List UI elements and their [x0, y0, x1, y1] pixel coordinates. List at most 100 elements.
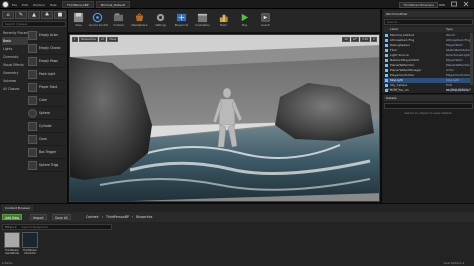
close-icon[interactable]	[462, 1, 470, 7]
category-lights[interactable]: Lights	[2, 45, 28, 53]
import-button[interactable]: Import	[30, 214, 47, 220]
actor-count: 12 actors	[386, 87, 400, 91]
viewport-controls-left: ▾ Perspective Lit Show	[72, 37, 119, 42]
list-item[interactable]: Box Trigger	[28, 146, 66, 159]
outliner-view-options[interactable]: View Options ▾	[450, 87, 471, 92]
list-item[interactable]: Cone	[28, 133, 66, 146]
viewport-options-button[interactable]: ▾	[72, 37, 78, 42]
list-item[interactable]: Cube	[28, 94, 66, 107]
list-item[interactable]: Empty Charac	[28, 42, 66, 55]
visibility-eye-icon[interactable]	[385, 74, 388, 77]
breadcrumb-content[interactable]: Content	[86, 215, 99, 219]
visibility-eye-icon[interactable]	[385, 39, 388, 42]
category-recently-placed[interactable]: Recently Placed	[2, 29, 28, 37]
label-column-header[interactable]: Label	[390, 27, 398, 32]
breadcrumb-thirdpersonbp[interactable]: ThirdPersonBP	[106, 215, 129, 219]
menu-edit[interactable]: Edit	[22, 3, 28, 7]
rotation-snap-button[interactable]: 10°	[350, 37, 360, 42]
grid-snap-button[interactable]: 10	[342, 37, 350, 42]
perspective-button[interactable]: Perspective	[79, 37, 99, 42]
camera-speed-button[interactable]: 4	[371, 37, 377, 42]
visibility-eye-icon[interactable]	[385, 34, 388, 37]
main-toolbar: Save Source Control Content Marketplace …	[68, 9, 380, 33]
add-new-button[interactable]: Add New	[2, 214, 23, 220]
tab-thirdpersonbp[interactable]: ThirdPersonBP	[62, 1, 94, 8]
content-browser: Content Browser Add New Import Save All …	[0, 203, 474, 266]
visibility-eye-icon[interactable]	[385, 64, 388, 67]
category-volumes[interactable]: Volumes	[2, 77, 28, 85]
gear-icon	[156, 13, 165, 22]
visibility-eye-icon[interactable]	[385, 54, 388, 57]
place-mode-icon[interactable]: ⌂	[2, 11, 14, 19]
item-label: Cylinder	[39, 124, 52, 128]
content-view-options[interactable]: View Options ▾	[443, 261, 464, 266]
details-panel: Details Select an object to view details…	[381, 94, 474, 203]
visibility-eye-icon[interactable]	[385, 69, 388, 72]
paint-mode-icon[interactable]: ✎	[15, 11, 27, 19]
scene-render[interactable]	[70, 35, 380, 202]
blueprints-button[interactable]: Blueprints	[173, 12, 190, 31]
show-button[interactable]: Show	[107, 37, 119, 42]
details-search-input[interactable]	[384, 103, 473, 109]
breadcrumb-blueprints[interactable]: Blueprints	[136, 215, 152, 219]
build-button[interactable]: Build	[215, 12, 232, 31]
landscape-mode-icon[interactable]: ▲	[28, 11, 40, 19]
outliner-scrollbar[interactable]	[470, 33, 473, 85]
outliner-footer: 12 actors View Options ▾	[384, 87, 473, 92]
content-browser-tab[interactable]: Content Browser	[2, 205, 34, 211]
list-item[interactable]: Player Start	[28, 81, 66, 94]
menu-file[interactable]: File	[12, 3, 17, 7]
settings-button[interactable]: Settings	[152, 12, 169, 31]
lit-button[interactable]: Lit	[99, 37, 107, 42]
filters-dropdown[interactable]: Filters ▾	[5, 225, 16, 229]
category-geometry[interactable]: Geometry	[2, 69, 28, 77]
level-viewport[interactable]: ▾ Perspective Lit Show 10 10° 0.25 4	[69, 34, 380, 202]
source-control-icon	[92, 12, 103, 23]
content-button[interactable]: Content	[110, 12, 127, 31]
marketplace-label: Marketplace	[131, 24, 148, 27]
play-button[interactable]: Play	[236, 12, 253, 31]
source-control-label: Source Control	[89, 24, 109, 27]
content-label: Content	[113, 24, 124, 27]
cone-icon	[28, 134, 37, 144]
list-item[interactable]: Sphere Trigg	[28, 159, 66, 172]
minimize-icon[interactable]	[438, 1, 446, 7]
visibility-eye-icon[interactable]	[385, 59, 388, 62]
content-search-bar[interactable]: Filters ▾ Search Blueprints	[2, 224, 112, 230]
geometry-mode-icon[interactable]: ■	[54, 11, 66, 19]
foliage-mode-icon[interactable]: ♣	[41, 11, 53, 19]
scale-snap-button[interactable]: 0.25	[360, 37, 370, 42]
menu-help[interactable]: Help	[50, 3, 57, 7]
content-search-input[interactable]: Search Blueprints	[21, 225, 48, 229]
visibility-eye-icon[interactable]	[385, 49, 388, 52]
item-label: Empty Charac	[39, 46, 61, 50]
launch-label: Launch	[260, 24, 271, 27]
tab-minimal-default[interactable]: Minimal_Default	[95, 1, 130, 8]
source-control-button[interactable]: Source Control	[89, 12, 109, 31]
category-all-classes[interactable]: All Classes	[2, 85, 28, 93]
category-visual-effects[interactable]: Visual Effects	[2, 61, 28, 69]
list-item[interactable]: Sphere	[28, 107, 66, 120]
list-item[interactable]: Empty Pawn	[28, 55, 66, 68]
asset-tile[interactable]: ThirdPerson GameMode	[4, 232, 20, 255]
category-basic[interactable]: Basic	[2, 37, 28, 45]
type-column-header[interactable]: Type	[446, 27, 453, 32]
unreal-logo-icon[interactable]	[2, 1, 9, 8]
visibility-eye-icon[interactable]	[385, 79, 388, 82]
asset-tile[interactable]: ThirdPerson Character	[22, 232, 38, 255]
maximize-icon[interactable]	[450, 1, 458, 7]
launch-button[interactable]: Launch	[257, 12, 274, 31]
list-item[interactable]: Point Light	[28, 68, 66, 81]
category-cinematic[interactable]: Cinematic	[2, 53, 28, 61]
list-item[interactable]: Cylinder	[28, 120, 66, 133]
visibility-eye-icon[interactable]	[385, 44, 388, 47]
marketplace-button[interactable]: Marketplace	[131, 12, 148, 31]
outliner-column-headers: Label Type	[384, 27, 473, 32]
cinematics-button[interactable]: Cinematics	[194, 12, 211, 31]
menu-window[interactable]: Window	[33, 3, 45, 7]
search-classes-input[interactable]: Search Classes	[2, 21, 66, 27]
save-button[interactable]: Save	[70, 12, 87, 31]
save-all-button[interactable]: Save All	[52, 214, 71, 220]
outliner-search-input[interactable]: Search...	[384, 19, 473, 25]
list-item[interactable]: Empty Actor	[28, 29, 66, 42]
